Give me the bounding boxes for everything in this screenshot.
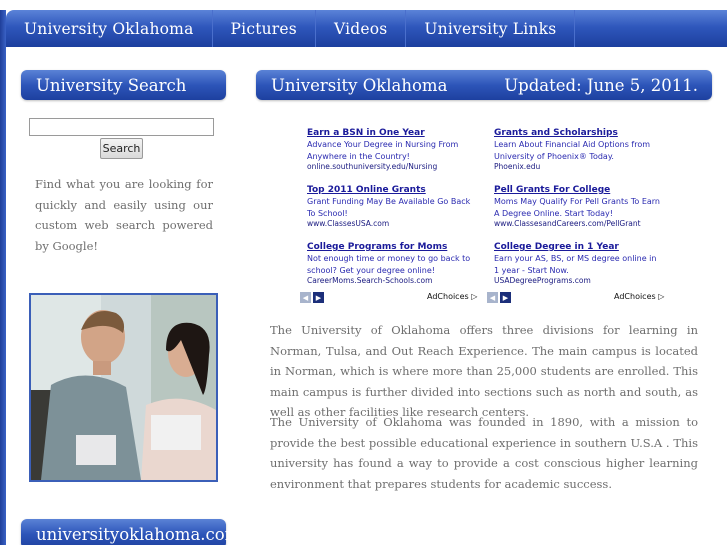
history-paragraph: The University of Oklahoma was founded i… <box>270 415 698 491</box>
search-description: Find what you are looking for quickly an… <box>35 177 213 253</box>
adchoices-label: AdChoices <box>614 292 656 301</box>
main-header: University Oklahoma Updated: June 5, 201… <box>256 70 712 100</box>
adchoices-label: AdChoices <box>427 292 469 301</box>
ad-description: Moms May Qualify For Pell Grants To Earn… <box>494 197 660 218</box>
nav-university-links[interactable]: University Links <box>406 10 576 47</box>
ad-pager-right: ◀ ▶ <box>487 292 511 303</box>
top-whitespace <box>0 0 727 10</box>
top-navigation: University Oklahoma Pictures Videos Univ… <box>6 10 727 47</box>
ad-pager-left: ◀ ▶ <box>300 292 324 303</box>
ad-unit[interactable]: Top 2011 Online Grants Grant Funding May… <box>307 184 477 229</box>
ad-url[interactable]: Phoenix.edu <box>494 162 664 172</box>
chevron-left-icon[interactable]: ◀ <box>300 292 311 303</box>
chevron-right-icon[interactable]: ▶ <box>313 292 324 303</box>
ad-description: Advance Your Degree in Nursing From Anyw… <box>307 140 459 161</box>
footer-title: universityoklahoma.com <box>36 524 241 544</box>
nav-home[interactable]: University Oklahoma <box>6 10 213 47</box>
ad-description: Grant Funding May Be Available Go Back T… <box>307 197 471 218</box>
search-header: University Search <box>21 70 226 100</box>
ad-unit[interactable]: College Programs for Moms Not enough tim… <box>307 241 477 286</box>
search-title: University Search <box>36 75 187 95</box>
chevron-left-icon[interactable]: ◀ <box>487 292 498 303</box>
ad-url[interactable]: CareerMoms.Search-Schools.com <box>307 276 477 286</box>
chevron-right-icon[interactable]: ▶ <box>500 292 511 303</box>
adchoices-link[interactable]: AdChoices ▷ <box>614 292 664 301</box>
main-title: University Oklahoma <box>271 75 448 95</box>
search-button[interactable]: Search <box>100 138 143 159</box>
ad-url[interactable]: online.southuniversity.edu/Nursing <box>307 162 477 172</box>
updated-date: Updated: June 5, 2011. <box>504 75 698 95</box>
ad-url[interactable]: USADegreePrograms.com <box>494 276 664 286</box>
adchoices-icon: ▷ <box>658 292 665 301</box>
ad-headline[interactable]: College Degree in 1 Year <box>494 241 664 253</box>
ad-unit[interactable]: Grants and Scholarships Learn About Fina… <box>494 127 664 172</box>
left-edge-strip <box>0 0 6 545</box>
search-input[interactable] <box>29 118 214 136</box>
ad-url[interactable]: www.ClassesUSA.com <box>307 219 477 229</box>
nav-pictures[interactable]: Pictures <box>213 10 316 47</box>
intro-paragraph: The University of Oklahoma offers three … <box>270 323 698 419</box>
adchoices-link[interactable]: AdChoices ▷ <box>427 292 477 301</box>
adchoices-icon: ▷ <box>471 292 478 301</box>
students-illustration <box>31 295 216 480</box>
ad-description: Not enough time or money to go back to s… <box>307 254 471 275</box>
ad-headline[interactable]: Grants and Scholarships <box>494 127 664 139</box>
ad-headline[interactable]: Top 2011 Online Grants <box>307 184 477 196</box>
footer-header: universityoklahoma.com <box>21 519 240 545</box>
ad-headline[interactable]: College Programs for Moms <box>307 241 477 253</box>
ad-headline[interactable]: Earn a BSN in One Year <box>307 127 477 139</box>
ad-description: Learn About Financial Aid Options from U… <box>494 140 651 161</box>
ad-headline[interactable]: Pell Grants For College <box>494 184 664 196</box>
ad-unit[interactable]: Pell Grants For College Moms May Qualify… <box>494 184 664 229</box>
ad-description: Earn your AS, BS, or MS degree online in… <box>494 254 657 275</box>
nav-videos[interactable]: Videos <box>316 10 407 47</box>
ad-unit[interactable]: Earn a BSN in One Year Advance Your Degr… <box>307 127 477 172</box>
ad-url[interactable]: www.ClassesandCareers.com/PellGrant <box>494 219 664 229</box>
students-photo <box>29 293 218 482</box>
ad-unit[interactable]: College Degree in 1 Year Earn your AS, B… <box>494 241 664 286</box>
